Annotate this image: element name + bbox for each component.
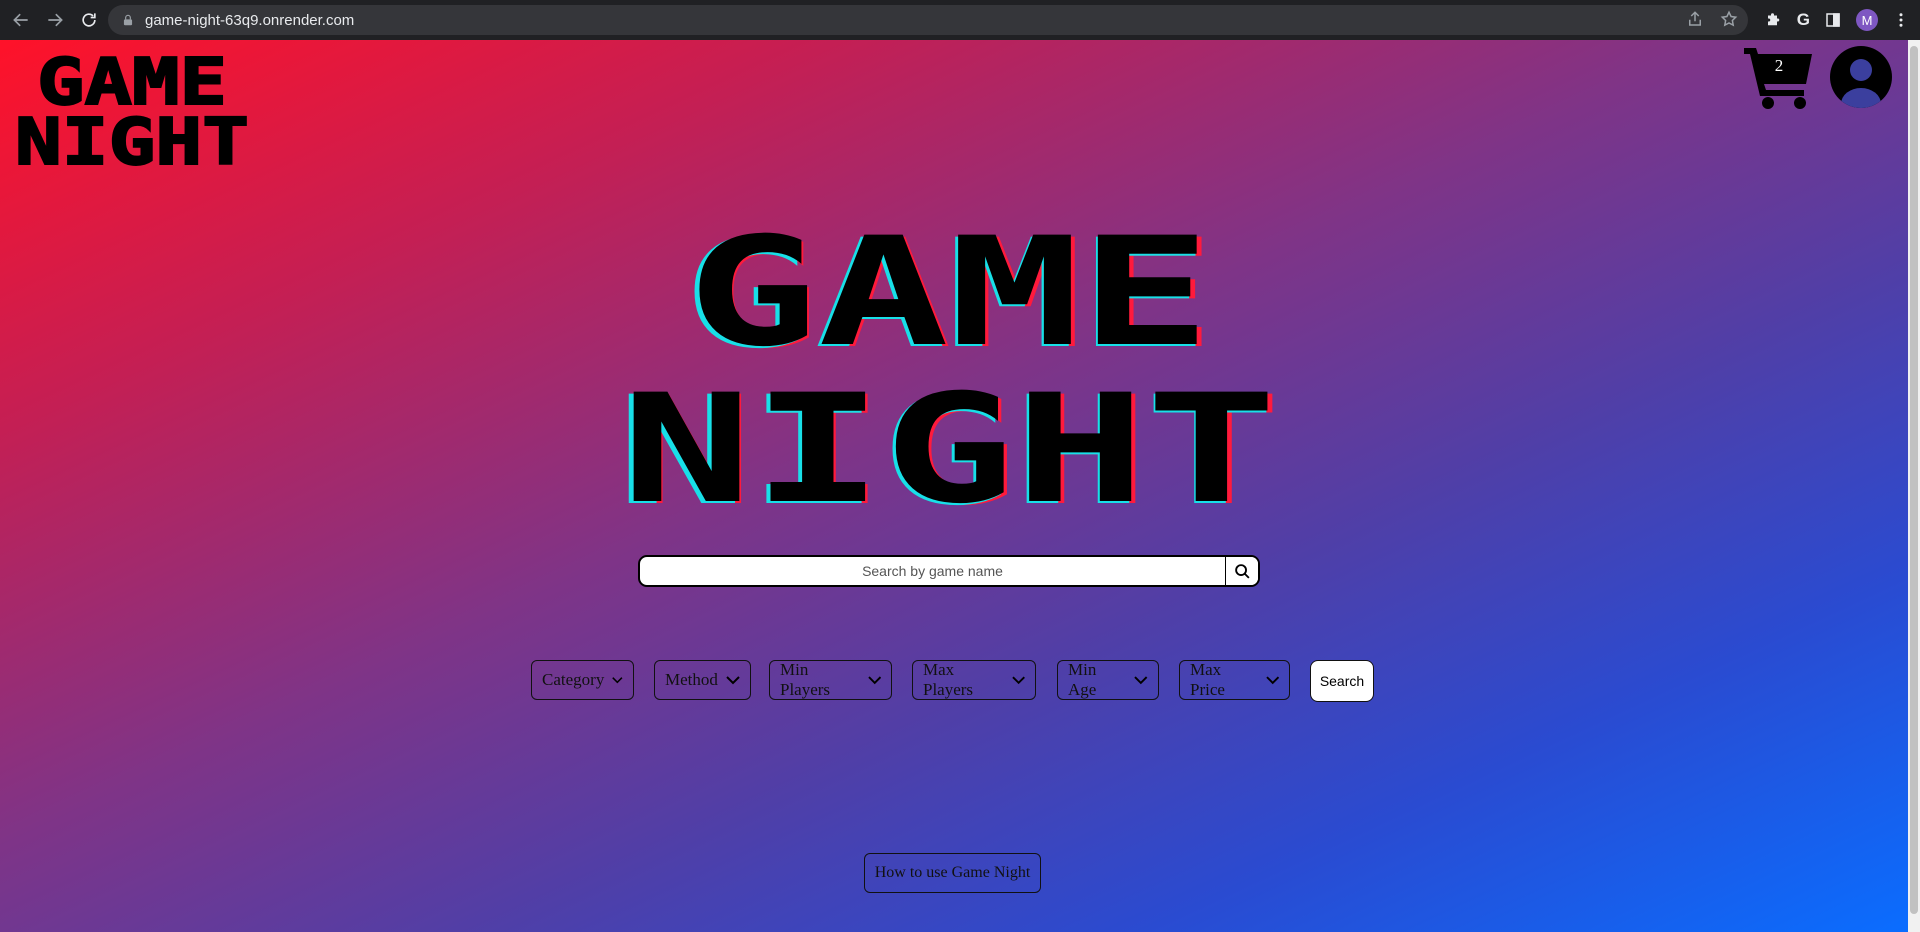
- search-input[interactable]: [640, 557, 1225, 585]
- filter-label: Max Price: [1190, 660, 1225, 699]
- page-viewport: GAME NIGHT 2 GAME GAME GAME NIGHT NIGHT …: [0, 40, 1908, 932]
- chevron-down-icon: [726, 676, 740, 685]
- filter-label: Min Players: [780, 660, 831, 699]
- chevron-down-icon: [1012, 676, 1025, 685]
- url-text: game-night-63q9.onrender.com: [145, 11, 355, 29]
- reload-icon[interactable]: [74, 5, 104, 35]
- filter-category[interactable]: Category: [531, 660, 634, 700]
- filter-label: Category: [542, 670, 605, 689]
- google-icon[interactable]: G: [1797, 10, 1810, 30]
- cart-button[interactable]: 2: [1744, 44, 1814, 110]
- hero-title: GAME GAME GAME NIGHT NIGHT NIGHT: [616, 220, 1282, 539]
- back-icon[interactable]: [6, 5, 36, 35]
- filter-label: Min Age: [1068, 660, 1097, 699]
- logo-line2: NIGHT: [15, 106, 249, 170]
- search-bar: [638, 555, 1260, 587]
- cart-count-badge: 2: [1774, 56, 1784, 75]
- search-icon-button[interactable]: [1225, 557, 1258, 585]
- search-submit-button[interactable]: Search: [1310, 660, 1374, 702]
- lock-icon: [123, 14, 133, 26]
- chevron-down-icon: [612, 677, 623, 684]
- scrollbar-thumb[interactable]: [1910, 46, 1918, 914]
- filter-min-age[interactable]: Min Age: [1057, 660, 1159, 700]
- hero-line2: NIGHT: [621, 363, 1277, 537]
- side-panel-icon[interactable]: [1824, 11, 1842, 29]
- filter-label: Method: [665, 670, 718, 689]
- chevron-down-icon: [1134, 676, 1148, 685]
- account-button[interactable]: [1830, 46, 1892, 108]
- extensions-puzzle-icon[interactable]: [1765, 11, 1783, 29]
- forward-icon[interactable]: [40, 5, 70, 35]
- how-to-use-button[interactable]: How to use Game Night: [864, 853, 1041, 893]
- chevron-down-icon: [1265, 676, 1279, 685]
- filter-max-price[interactable]: Max Price: [1179, 660, 1290, 700]
- filter-row: Category Method Min Players Max Players …: [0, 660, 1908, 702]
- address-bar[interactable]: game-night-63q9.onrender.com: [108, 5, 1748, 35]
- filter-method[interactable]: Method: [654, 660, 751, 700]
- site-logo[interactable]: GAME NIGHT: [12, 48, 252, 170]
- filter-min-players[interactable]: Min Players: [769, 660, 892, 700]
- chevron-down-icon: [867, 676, 881, 685]
- hero-line1: GAME: [687, 220, 1211, 380]
- filter-max-players[interactable]: Max Players: [912, 660, 1036, 700]
- profile-avatar[interactable]: M: [1856, 9, 1878, 31]
- filter-label: Max Players: [923, 660, 974, 699]
- user-account-icon: [1830, 46, 1892, 108]
- shopping-cart-icon: [1744, 48, 1812, 109]
- page-scrollbar[interactable]: [1908, 40, 1920, 932]
- bookmark-star-icon[interactable]: [1720, 10, 1738, 28]
- search-icon: [1234, 563, 1250, 579]
- browser-toolbar: game-night-63q9.onrender.com G M: [0, 0, 1920, 40]
- chrome-menu-icon[interactable]: [1892, 11, 1910, 29]
- share-icon[interactable]: [1686, 10, 1704, 28]
